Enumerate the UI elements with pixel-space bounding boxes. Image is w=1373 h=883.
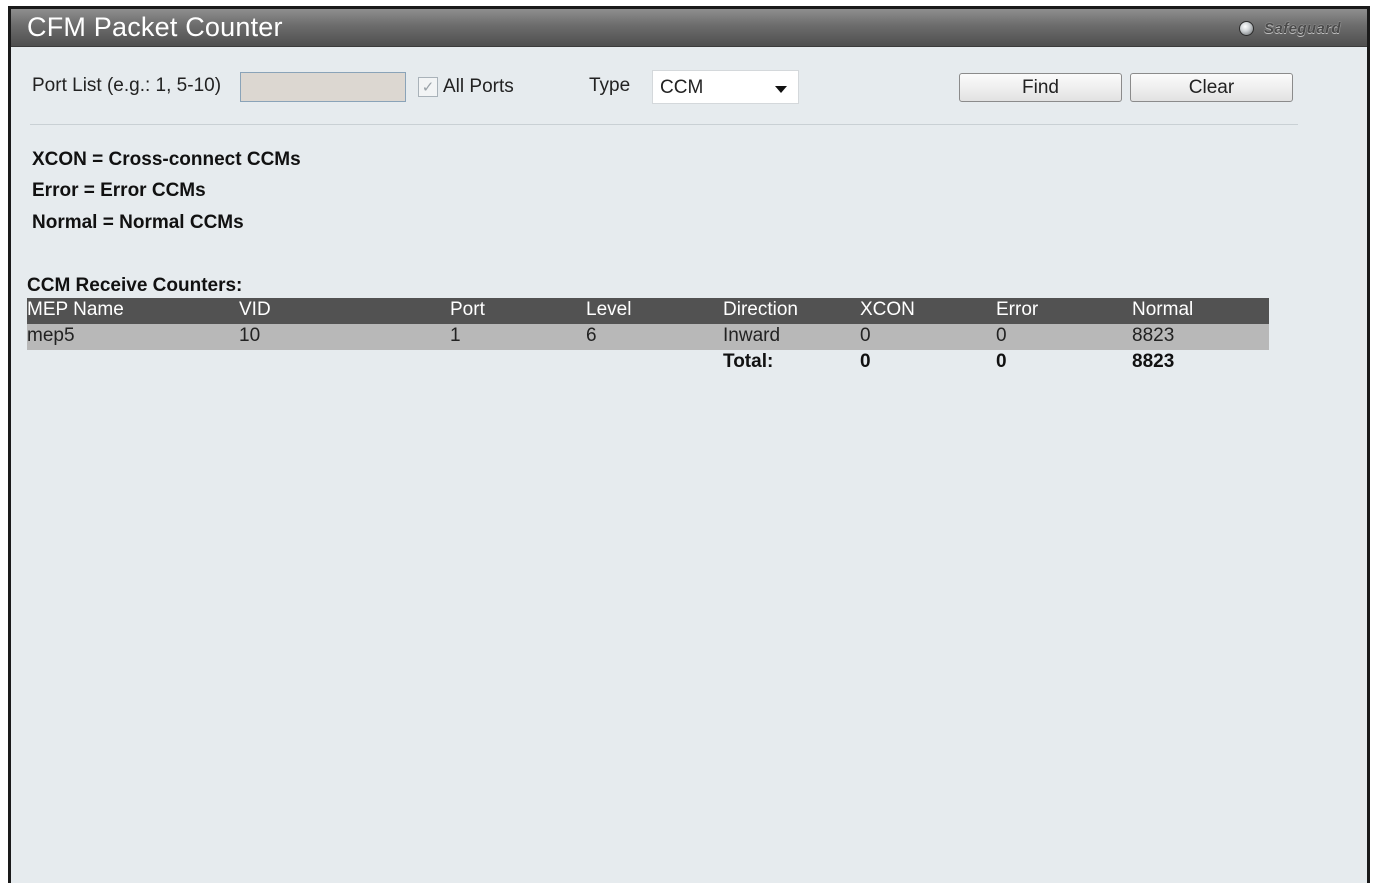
checkmark-icon: ✓ (421, 79, 435, 96)
cell-mep-name: mep5 (27, 325, 75, 346)
column-header: Direction (723, 299, 798, 320)
cell-port: 1 (450, 325, 461, 346)
port-list-label: Port List (e.g.: 1, 5-10) (32, 75, 222, 96)
all-ports-checkbox[interactable]: ✓ (418, 77, 438, 97)
type-label: Type (589, 75, 631, 96)
column-header: Error (996, 299, 1039, 320)
total-label: Total: (723, 351, 774, 372)
legend-error: Error = Error CCMs (32, 180, 206, 201)
ccm-receive-counters-table: MEP Name VID Port Level Direction XCON E… (27, 298, 1269, 376)
divider (30, 124, 1298, 125)
table-header-row: MEP Name VID Port Level Direction XCON E… (27, 298, 1269, 324)
title-bar: CFM Packet Counter Safeguard (11, 9, 1367, 47)
column-header: VID (239, 299, 271, 320)
total-normal: 8823 (1132, 351, 1175, 372)
safeguard-label: Safeguard (1264, 20, 1341, 37)
cfm-packet-counter-window: CFM Packet Counter Safeguard Port List (… (8, 6, 1370, 883)
column-header: Normal (1132, 299, 1194, 320)
counters-title: CCM Receive Counters: (27, 275, 243, 296)
clear-button[interactable]: Clear (1130, 73, 1293, 102)
status-dot-icon (1239, 21, 1255, 36)
column-header: Port (450, 299, 485, 320)
cell-level: 6 (586, 325, 597, 346)
cell-normal: 8823 (1132, 325, 1175, 346)
type-select[interactable]: CCM (652, 70, 799, 104)
port-list-input[interactable] (240, 72, 406, 102)
legend-normal: Normal = Normal CCMs (32, 212, 244, 233)
chevron-down-icon (775, 86, 787, 93)
cell-direction: Inward (723, 325, 781, 346)
safeguard-indicator[interactable]: Safeguard (1239, 20, 1341, 37)
total-error: 0 (996, 351, 1007, 372)
column-header: XCON (860, 299, 915, 320)
find-button[interactable]: Find (959, 73, 1122, 102)
column-header: MEP Name (27, 299, 124, 320)
type-select-value: CCM (660, 77, 704, 98)
column-header: Level (586, 299, 632, 320)
main-content: Port List (e.g.: 1, 5-10) ✓ All Ports Ty… (11, 48, 1367, 883)
table-row: mep5 10 1 6 Inward 0 0 8823 (27, 324, 1269, 350)
total-xcon: 0 (860, 351, 871, 372)
all-ports-label: All Ports (443, 76, 514, 97)
cell-xcon: 0 (860, 325, 871, 346)
legend-xcon: XCON = Cross-connect CCMs (32, 149, 301, 170)
cell-vid: 10 (239, 325, 261, 346)
total-row: Total: 0 0 8823 (27, 350, 1269, 376)
cell-error: 0 (996, 325, 1007, 346)
page-title: CFM Packet Counter (27, 12, 283, 42)
